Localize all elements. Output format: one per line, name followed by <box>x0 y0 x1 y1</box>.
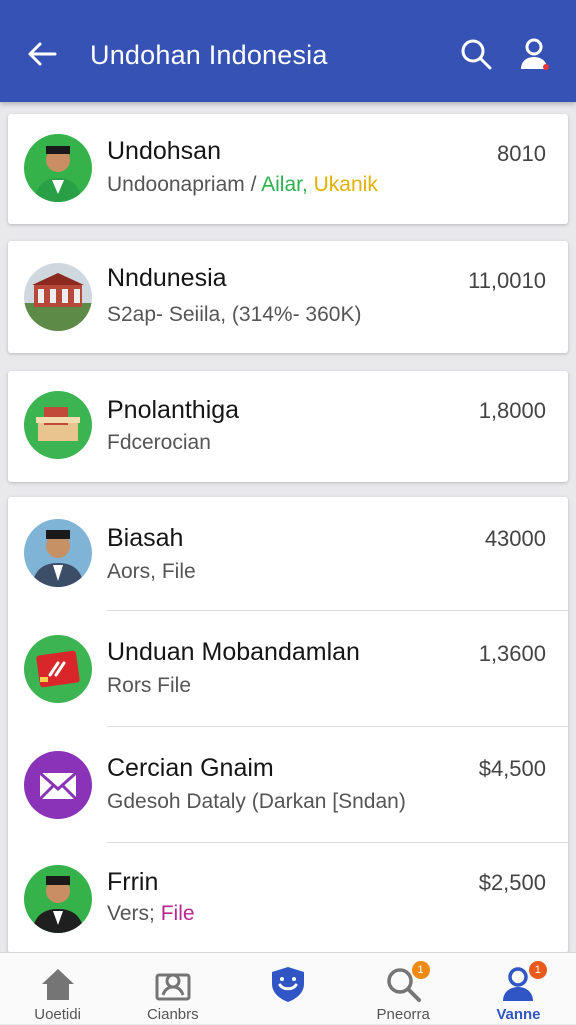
item-card: Nndunesia S2ap- Seiila, (314%- 360K) 11,… <box>8 241 568 353</box>
item-subtitle: Rors File <box>107 674 192 697</box>
avatar <box>24 751 92 819</box>
avatar <box>24 635 92 703</box>
nav-label: Pneorra <box>376 1006 430 1023</box>
item-subtitle: Gdesoh Dataly (Darkan [Sndan) <box>107 790 406 813</box>
search-icon <box>461 39 492 70</box>
item-subtitle: Undoonapriam / Ailar, Ukanik <box>107 172 378 198</box>
nav-item-profile[interactable]: 1 Vanne <box>461 953 576 1025</box>
user-icon <box>521 38 549 70</box>
avatar <box>24 263 92 331</box>
search-button[interactable] <box>456 36 496 72</box>
nav-label: Vanne <box>496 1006 541 1023</box>
item-name: Frrin <box>107 868 159 896</box>
item-amount: $2,500 <box>478 870 546 895</box>
nav-item-cards[interactable]: Cianbrs <box>115 953 230 1025</box>
arrow-left-icon <box>28 42 57 66</box>
list-item[interactable]: Nndunesia S2ap- Seiila, (314%- 360K) 11,… <box>8 241 568 353</box>
item-subtitle: S2ap- Seiila, (314%- 360K) <box>107 303 362 326</box>
item-name: Nndunesia <box>107 264 227 292</box>
notification-badge: 1 <box>528 961 547 979</box>
item-amount: 8010 <box>497 141 546 166</box>
app-bar: Undohan Indonesia <box>0 0 576 102</box>
item-amount: 1,3600 <box>478 641 546 666</box>
item-subtitle: Vers; File <box>107 901 195 927</box>
item-card: Pnolanthiga Fdcerocian 1,8000 <box>8 371 568 482</box>
item-name: Undohsan <box>107 137 221 165</box>
item-subtitle-part: Vers; <box>107 902 161 925</box>
item-amount: $4,500 <box>478 756 546 781</box>
avatar <box>24 865 92 933</box>
item-name: Unduan Mobandamlan <box>107 638 360 666</box>
item-subtitle-part: Undoonapriam / <box>107 173 262 196</box>
nav-label: Uoetidi <box>34 1006 81 1023</box>
item-name: Pnolanthiga <box>107 396 240 424</box>
list-item[interactable]: Pnolanthiga Fdcerocian 1,8000 <box>8 371 568 482</box>
notification-badge: 1 <box>411 961 430 979</box>
shield-icon <box>272 967 304 1002</box>
item-card: Biasah Aors, File 43000 Unduan Mobandaml… <box>8 497 568 953</box>
list-item[interactable]: Cercian Gnaim Gdesoh Dataly (Darkan [Snd… <box>8 727 568 842</box>
id-card-icon <box>155 973 191 1001</box>
item-subtitle: Fdcerocian <box>107 431 211 454</box>
avatar <box>24 134 92 202</box>
page-title: Undohan Indonesia <box>90 40 328 70</box>
nav-item-shield[interactable] <box>230 953 345 1025</box>
profile-button[interactable] <box>514 34 554 74</box>
avatar <box>24 519 92 587</box>
item-amount: 11,0010 <box>468 268 546 293</box>
nav-label: Cianbrs <box>146 1006 199 1023</box>
item-name: Biasah <box>107 524 184 552</box>
nav-item-search[interactable]: 1 Pneorra <box>346 953 461 1025</box>
avatar <box>24 391 92 459</box>
list-item[interactable]: Unduan Mobandamlan Rors File 1,3600 <box>8 611 568 726</box>
list-item[interactable]: Frrin Vers; File $2,500 <box>8 843 568 953</box>
list-item[interactable]: Undohsan Undoonapriam / Ailar, Ukanik 80… <box>8 114 568 224</box>
item-card: Undohsan Undoonapriam / Ailar, Ukanik 80… <box>8 114 568 224</box>
item-subtitle-green: Ailar, <box>261 173 308 196</box>
item-name: Cercian Gnaim <box>107 754 274 782</box>
item-subtitle-magenta: File <box>160 902 195 925</box>
item-subtitle-yellow: Ukanik <box>307 173 378 196</box>
item-amount: 1,8000 <box>478 398 546 423</box>
item-subtitle: Aors, File <box>107 560 196 583</box>
item-amount: 43000 <box>484 526 546 551</box>
list-item[interactable]: Biasah Aors, File 43000 <box>8 497 568 610</box>
home-icon <box>41 969 74 1000</box>
back-button[interactable] <box>22 36 62 72</box>
nav-item-home[interactable]: Uoetidi <box>0 953 115 1025</box>
bottom-navigation: Uoetidi Cianbrs 1 Pneorra 1 Vanne <box>0 952 576 1024</box>
